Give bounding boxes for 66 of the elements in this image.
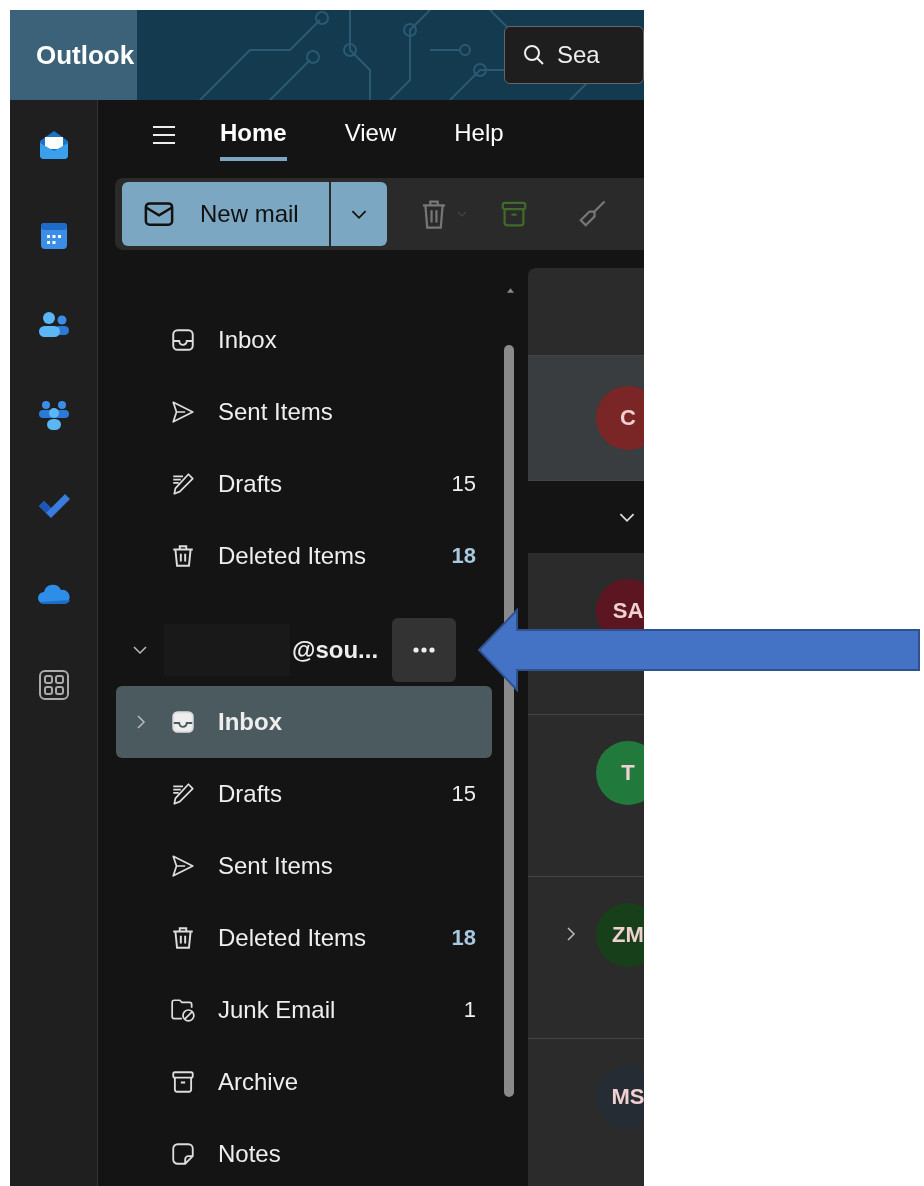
folder-name: Inbox [218,326,278,354]
chevron-down-icon[interactable] [132,645,148,655]
trash-icon [170,543,196,569]
folder-item[interactable]: Notes [116,1118,492,1186]
folder-name: Sent Items [218,852,334,880]
envelope-icon [144,201,174,227]
chevron-right-icon [136,714,146,730]
ribbon-tab[interactable]: View [344,109,397,161]
broom-icon[interactable] [576,198,607,230]
inbox-icon [170,327,196,353]
folder-item[interactable]: Inbox [116,686,492,758]
more-icon [413,647,436,653]
folder-item[interactable]: Junk Email 1 [116,974,492,1046]
inbox-icon [170,709,196,735]
new-mail-button[interactable]: New mail [122,182,331,246]
unread-count: 18 [451,543,476,569]
send-icon [170,399,196,425]
folder-item[interactable]: Sent Items [116,830,492,902]
note-icon [170,1141,196,1167]
send-icon [170,853,196,879]
folder-name: Archive [218,1068,300,1096]
unread-count: 15 [451,781,476,807]
scroll-up-icon[interactable] [507,288,514,293]
pencil-icon [170,471,196,497]
more-options-button[interactable] [392,618,457,682]
app-name[interactable]: Outlook [10,10,137,100]
message-item[interactable]: C [528,356,644,481]
archive-icon [170,1069,196,1095]
folder-item[interactable]: Inbox [116,304,492,376]
avatar: ZM [596,903,644,967]
pencil-icon [170,781,196,807]
message-item[interactable]: MS [528,1039,644,1186]
account-name[interactable]: @sou... [292,636,379,664]
menu-icon[interactable] [152,125,176,145]
folder-name: Inbox [218,708,283,736]
folder-item[interactable]: Archive [116,1046,492,1118]
unread-count: 18 [451,925,476,951]
unread-count: 1 [463,997,476,1023]
folder-item[interactable]: Sent Items [116,376,492,448]
trash-icon [170,925,196,951]
folder-name: Deleted Items [218,924,368,952]
folder-name: Drafts [218,470,283,498]
unread-count: 15 [451,471,476,497]
avatar: T [596,741,644,805]
scrollbar-thumb[interactable] [504,345,514,1097]
folder-name: Drafts [218,780,283,808]
folder-item[interactable]: Deleted Items 18 [116,902,492,974]
avatar: C [596,386,644,450]
folder-item[interactable]: Drafts 15 [116,758,492,830]
message-item[interactable]: T [528,715,644,877]
search-icon [522,43,546,67]
folder-name: Notes [218,1140,282,1168]
folder-name: Sent Items [218,398,334,426]
chevron-right-icon[interactable] [566,926,576,942]
dropdown-button[interactable] [330,182,387,246]
message-item[interactable]: ZM [528,877,644,1039]
folder-name: Junk Email [218,996,337,1024]
folder-blocked-icon [170,997,196,1023]
folder-item[interactable]: Deleted Items 18 [116,520,492,592]
ribbon-tab[interactable]: Help [454,109,504,161]
ribbon-tab[interactable]: Home [220,109,287,161]
folder-item[interactable]: Drafts 15 [116,448,492,520]
chevron-down-icon [349,208,368,220]
avatar: MS [596,1065,644,1129]
folder-name: Deleted Items [218,542,368,570]
search-field[interactable]: Sea [504,26,644,84]
